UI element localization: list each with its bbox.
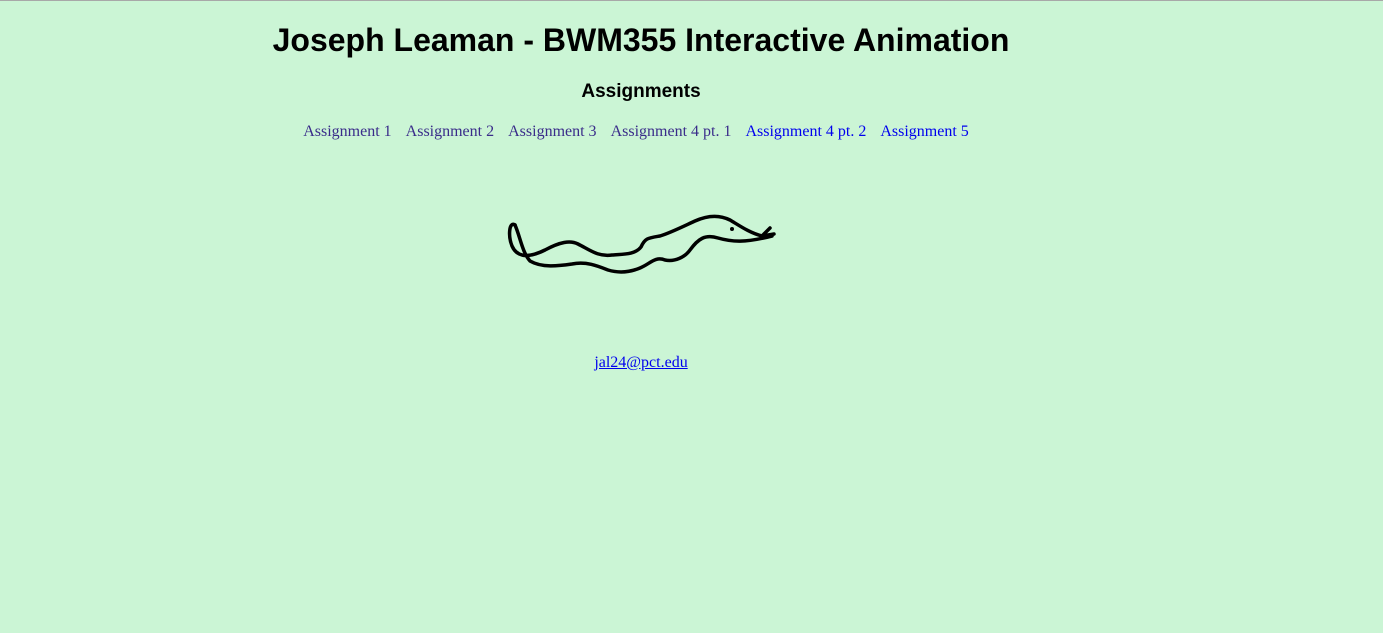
nav-link-assignment-1[interactable]: Assignment 1 bbox=[303, 123, 391, 140]
snake-eye bbox=[730, 227, 734, 231]
snake-tongue bbox=[760, 226, 776, 238]
assignments-heading: Assignments bbox=[581, 81, 701, 102]
nav-link-assignment-5[interactable]: Assignment 5 bbox=[880, 123, 968, 140]
nav-link-assignment-4-pt-1[interactable]: Assignment 4 pt. 1 bbox=[611, 123, 732, 140]
assignment-nav: Assignment 1 Assignment 2 Assignment 3 A… bbox=[0, 122, 1272, 142]
email-link[interactable]: jal24@pct.edu bbox=[594, 354, 687, 371]
nav-link-assignment-4-pt-2[interactable]: Assignment 4 pt. 2 bbox=[745, 123, 866, 140]
contact-footer: jal24@pct.edu bbox=[0, 353, 1282, 373]
nav-link-assignment-3[interactable]: Assignment 3 bbox=[508, 123, 596, 140]
snake-drawing-icon bbox=[507, 214, 776, 274]
snake-body-lower bbox=[513, 223, 774, 274]
snake-body-upper bbox=[507, 214, 764, 258]
nav-link-assignment-2[interactable]: Assignment 2 bbox=[406, 123, 494, 140]
page-title: Joseph Leaman - BWM355 Interactive Anima… bbox=[272, 22, 1010, 58]
